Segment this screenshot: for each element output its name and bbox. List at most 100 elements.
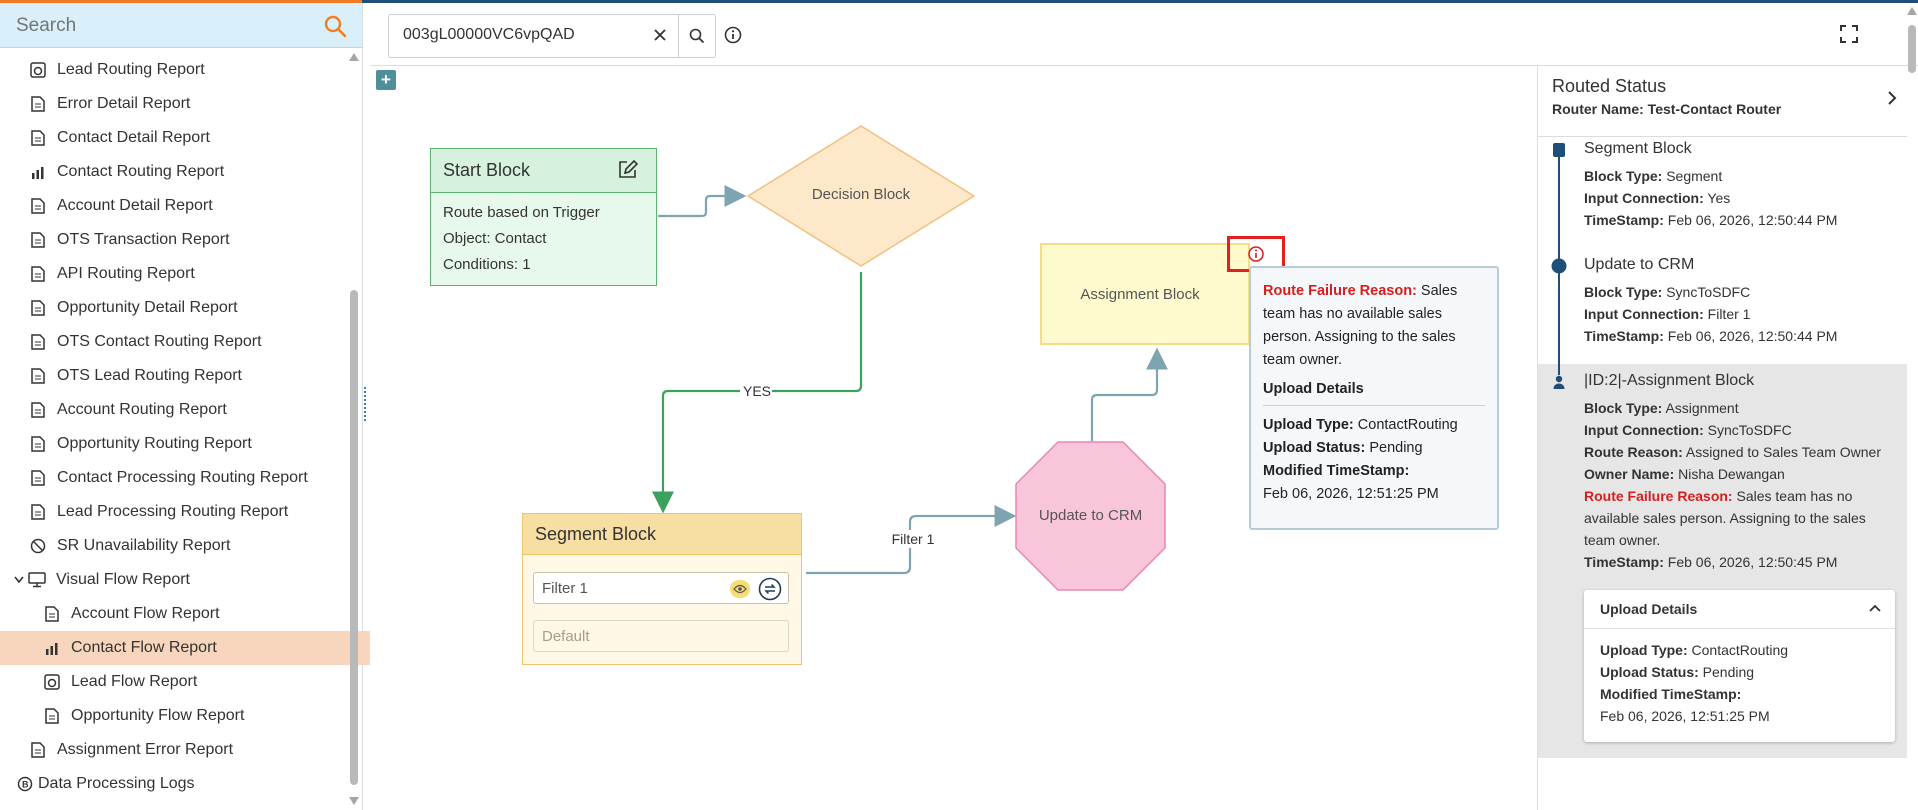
nav-data-processing-logs[interactable]: B Data Processing Logs: [0, 767, 361, 801]
start-block-trigger: Route based on Trigger: [443, 204, 600, 221]
assignment-block[interactable]: Assignment Block: [1040, 243, 1250, 345]
page-scrollbar[interactable]: [1906, 3, 1918, 810]
nav-contact-detail-report[interactable]: Contact Detail Report: [0, 121, 374, 155]
step-label: TimeStamp:: [1584, 212, 1664, 228]
nav-contact-routing-report[interactable]: Contact Routing Report: [0, 155, 374, 189]
nav-label: Lead Flow Report: [71, 673, 198, 690]
segment-default-label: Default: [542, 627, 590, 645]
scroll-up-arrow-icon[interactable]: [1907, 7, 1917, 15]
decision-block-label: Decision Block: [811, 186, 911, 203]
upload-details-header[interactable]: Upload Details: [1584, 590, 1895, 629]
filter-edge-label: Filter 1: [891, 531, 935, 547]
report-doc-icon: [29, 741, 47, 759]
flow-canvas[interactable]: + Decision Block YES Filter 1 Update to …: [370, 66, 1536, 810]
sidebar: Lead Routing Report Error Detail Report …: [0, 3, 388, 810]
clear-icon[interactable]: [649, 24, 671, 46]
nav-error-detail-report[interactable]: Error Detail Report: [0, 87, 374, 121]
nav-label: Data Processing Logs: [38, 775, 195, 792]
yes-edge-label: YES: [742, 383, 771, 399]
nav-ots-transaction-report[interactable]: OTS Transaction Report: [0, 223, 374, 257]
report-doc-icon: [29, 537, 47, 555]
report-doc-icon: [29, 401, 47, 419]
eye-icon[interactable]: [730, 580, 750, 598]
nav-label: API Routing Report: [57, 265, 195, 282]
info-icon[interactable]: [1247, 245, 1265, 263]
nav-label: Lead Processing Routing Report: [57, 503, 289, 520]
nav-visual-flow-report[interactable]: Visual Flow Report: [0, 563, 359, 597]
segment-filter-row[interactable]: Filter 1: [533, 572, 789, 604]
nav-label: Contact Flow Report: [71, 639, 217, 656]
page-scroll-thumb[interactable]: [1908, 25, 1916, 73]
step-block-type: Block Type: SyncToSDFC: [1584, 284, 1750, 300]
info-icon[interactable]: [722, 24, 744, 46]
segment-default-row[interactable]: Default: [533, 620, 789, 652]
report-doc-icon: [29, 299, 47, 317]
nav-label: OTS Contact Routing Report: [57, 333, 262, 350]
step-timestamp: TimeStamp: Feb 06, 2026, 12:50:45 PM: [1584, 554, 1837, 570]
nav-account-routing-report[interactable]: Account Routing Report: [0, 393, 374, 427]
nav-contact-processing-routing-report[interactable]: Contact Processing Routing Report: [0, 461, 374, 495]
segment-block[interactable]: Segment Block Filter 1 Default: [522, 513, 802, 665]
nav-api-routing-report[interactable]: API Routing Report: [0, 257, 374, 291]
sidebar-scrollbar[interactable]: [349, 53, 359, 808]
upload-type: Upload Type: ContactRouting: [1600, 642, 1788, 658]
start-block[interactable]: Start Block Route based on Trigger Objec…: [430, 148, 657, 286]
nav-contact-flow-report[interactable]: Contact Flow Report: [0, 631, 388, 665]
search-icon[interactable]: [322, 13, 348, 39]
report-doc-icon: [29, 265, 47, 283]
panel-resize-handle[interactable]: [362, 385, 368, 425]
nav-label: OTS Transaction Report: [57, 231, 230, 248]
nav-lead-routing-report[interactable]: Lead Routing Report: [0, 53, 374, 87]
nav-label: Account Detail Report: [57, 197, 213, 214]
sidebar-search-input[interactable]: [14, 11, 318, 41]
nav-account-flow-report[interactable]: Account Flow Report: [0, 597, 388, 631]
logs-icon: B: [16, 775, 34, 793]
add-block-button[interactable]: +: [376, 70, 396, 90]
nav-opportunity-flow-report[interactable]: Opportunity Flow Report: [0, 699, 388, 733]
nav-opportunity-detail-report[interactable]: Opportunity Detail Report: [0, 291, 374, 325]
sidebar-scroll-thumb[interactable]: [350, 290, 358, 785]
record-id-search: [388, 14, 716, 58]
search-button[interactable]: [679, 15, 715, 57]
nav-ots-lead-routing-report[interactable]: OTS Lead Routing Report: [0, 359, 374, 393]
upload-value: ContactRouting: [1691, 642, 1789, 658]
step-timestamp: TimeStamp: Feb 06, 2026, 12:50:44 PM: [1584, 212, 1837, 228]
step-value: Feb 06, 2026, 12:50:44 PM: [1667, 328, 1838, 344]
upload-value: Pending: [1702, 664, 1755, 680]
start-block-title: Start Block: [443, 160, 531, 180]
nav-lead-processing-routing-report[interactable]: Lead Processing Routing Report: [0, 495, 374, 529]
step-value: Feb 06, 2026, 12:50:45 PM: [1667, 554, 1838, 570]
nav-assignment-error-report[interactable]: Assignment Error Report: [0, 733, 374, 767]
tooltip-upload-status: Upload Status: Pending: [1263, 437, 1485, 460]
report-doc-icon: [43, 605, 61, 623]
record-id-input[interactable]: [401, 25, 625, 45]
top-toolbar: [370, 3, 1918, 66]
nav-lead-flow-report[interactable]: Lead Flow Report: [0, 665, 388, 699]
step-label: Block Type:: [1584, 168, 1663, 184]
step-value: Yes: [1707, 190, 1731, 206]
fullscreen-icon[interactable]: [1838, 23, 1860, 45]
scroll-down-arrow-icon[interactable]: [349, 797, 359, 805]
panel-title: Routed Status: [1552, 76, 1667, 96]
nav-label: Opportunity Detail Report: [57, 299, 238, 316]
nav-label: Contact Routing Report: [57, 163, 225, 180]
nav-label: Lead Routing Report: [57, 61, 205, 78]
scroll-up-arrow-icon[interactable]: [349, 53, 359, 61]
nav-sr-unavailability-report[interactable]: SR Unavailability Report: [0, 529, 374, 563]
chevron-up-icon[interactable]: [1868, 602, 1882, 614]
nav-label: Opportunity Flow Report: [71, 707, 245, 724]
swap-icon[interactable]: [758, 577, 782, 601]
nav-opportunity-routing-report[interactable]: Opportunity Routing Report: [0, 427, 374, 461]
chevron-down-icon[interactable]: [14, 576, 26, 584]
nav-ots-contact-routing-report[interactable]: OTS Contact Routing Report: [0, 325, 374, 359]
step-label: TimeStamp:: [1584, 328, 1664, 344]
tooltip-modified-value: Feb 06, 2026, 12:51:25 PM: [1263, 486, 1439, 502]
tooltip-upload-type: Upload Type: ContactRouting: [1263, 414, 1485, 437]
chevron-right-icon[interactable]: [1884, 88, 1900, 108]
nav-label: Account Routing Report: [57, 401, 227, 418]
step-route-reason: Route Reason: Assigned to Sales Team Own…: [1584, 444, 1881, 460]
nav-account-detail-report[interactable]: Account Detail Report: [0, 189, 374, 223]
upload-label: Upload Type:: [1600, 642, 1688, 658]
step-label: Input Connection:: [1584, 422, 1704, 438]
edit-icon[interactable]: [616, 159, 638, 181]
